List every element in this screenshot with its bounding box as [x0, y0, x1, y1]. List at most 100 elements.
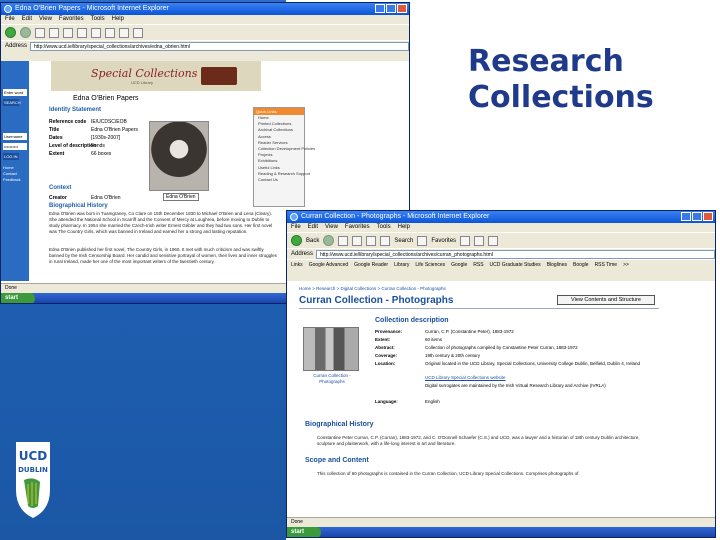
link-ucd-graduate-studies[interactable]: UCD Graduate Studies — [490, 262, 541, 268]
identity-value-0: IE/UCDSC/EOB — [91, 119, 127, 125]
menu-view[interactable]: View — [39, 15, 52, 24]
quick-link[interactable]: Contact Us — [254, 177, 304, 183]
link-google-advanced[interactable]: Google Advanced — [309, 262, 348, 268]
refresh-icon[interactable] — [352, 235, 363, 246]
link-rss[interactable]: RSS — [473, 262, 483, 268]
search-icon[interactable] — [380, 235, 391, 246]
window-titlebar: Edna O'Brien Papers - Microsoft Internet… — [1, 3, 409, 15]
links-overflow-chevron[interactable]: >> — [623, 262, 629, 268]
favorites-star-icon[interactable] — [91, 27, 101, 38]
stop-icon[interactable] — [35, 27, 45, 38]
link-rss-time[interactable]: RSS Time — [595, 262, 618, 268]
link-google[interactable]: Google — [451, 262, 467, 268]
identity-value-4: 66 boxes — [91, 151, 112, 157]
location-link[interactable]: UCD Library Special Collections website — [425, 375, 506, 381]
menu-tools[interactable]: Tools — [377, 223, 391, 232]
refresh-icon[interactable] — [49, 27, 59, 38]
favorites-label[interactable]: Favorites — [431, 238, 456, 244]
menu-view[interactable]: View — [325, 223, 338, 232]
login-button[interactable]: LOG IN — [3, 153, 19, 160]
link-google-reader[interactable]: Google Reader — [354, 262, 388, 268]
bio-paragraph-2: Edna O'Brien published her first novel, … — [49, 247, 277, 264]
bio-heading: Biographical History — [49, 203, 108, 209]
collection-photograph[interactable] — [303, 327, 359, 371]
field-label-abstract: Abstract: — [375, 345, 395, 350]
forward-arrow-icon[interactable] — [20, 27, 31, 38]
menu-favorites[interactable]: Favorites — [345, 223, 370, 232]
stop-icon[interactable] — [338, 235, 349, 246]
creator-label: Creator — [49, 195, 67, 201]
link-life-sciences[interactable]: Life Sciences — [415, 262, 445, 268]
minimize-icon[interactable] — [375, 4, 385, 13]
menu-file[interactable]: File — [5, 15, 15, 24]
bio-history-text: Constantine Peter Curran, C.P. (Curran),… — [317, 435, 640, 446]
page-title: Curran Collection - Photographs — [299, 295, 454, 306]
close-icon[interactable] — [397, 4, 407, 13]
favorites-star-icon[interactable] — [417, 235, 428, 246]
address-input[interactable]: http://www.ucd.ie/library/special_collec… — [316, 249, 715, 259]
view-contents-button[interactable]: View Contents and Structure — [557, 295, 655, 305]
search-icon[interactable] — [77, 27, 87, 38]
menu-edit[interactable]: Edit — [22, 15, 32, 24]
menu-favorites[interactable]: Favorites — [59, 15, 84, 24]
close-icon[interactable] — [703, 212, 713, 221]
back-arrow-icon[interactable] — [291, 235, 302, 246]
field-value-abstract: Collection of photographs compiled by Co… — [425, 345, 578, 350]
maximize-icon[interactable] — [386, 4, 396, 13]
forward-arrow-icon[interactable] — [323, 235, 335, 246]
nav-link-feedback[interactable]: Feedback — [3, 177, 21, 182]
print-icon[interactable] — [133, 27, 143, 38]
minimize-icon[interactable] — [681, 212, 691, 221]
edna-obrien-portrait — [149, 121, 209, 191]
site-left-nav: Enter word SEARCH Username •••••••••• LO… — [1, 61, 29, 281]
mail-icon[interactable] — [474, 235, 485, 246]
field-value-language: English — [425, 399, 440, 404]
field-label-coverage: Coverage: — [375, 353, 398, 358]
link-bloglines[interactable]: Bloglines — [547, 262, 567, 268]
site-search-button[interactable]: SEARCH — [3, 99, 21, 106]
home-icon[interactable] — [63, 27, 73, 38]
bio-history-heading: Biographical History — [305, 421, 374, 428]
field-value-extent: 60 items — [425, 337, 443, 342]
history-icon[interactable] — [460, 235, 471, 246]
mail-icon[interactable] — [119, 27, 129, 38]
print-icon[interactable] — [488, 235, 499, 246]
ie-icon — [290, 213, 298, 221]
quick-links-menu: Quick Links Home Printed Collections Arc… — [253, 107, 315, 207]
toolbar — [1, 24, 409, 40]
photo-caption[interactable]: Curran Collection - Photographs — [305, 373, 359, 385]
back-arrow-icon[interactable] — [5, 27, 16, 38]
home-icon[interactable] — [366, 235, 377, 246]
address-label: Address — [5, 43, 28, 49]
field-value-coverage: 19th century & 20th century — [425, 353, 481, 358]
history-icon[interactable] — [105, 27, 115, 38]
menu-help[interactable]: Help — [398, 223, 410, 232]
context-heading: Context — [49, 185, 72, 191]
link-library[interactable]: Library — [394, 262, 409, 268]
username-input[interactable]: Username — [3, 133, 27, 140]
password-input[interactable]: •••••••••• — [3, 143, 27, 150]
address-input[interactable]: http://www.ucd.ie/library/special_collec… — [30, 41, 409, 51]
breadcrumb[interactable]: Home > Research > Digital Collections > … — [299, 286, 446, 291]
creator-value: Edna O'Brien — [91, 195, 121, 201]
menu-bar: File Edit View Favorites Tools Help — [1, 15, 409, 24]
menu-edit[interactable]: Edit — [308, 223, 318, 232]
maximize-icon[interactable] — [692, 212, 702, 221]
start-button[interactable]: start — [287, 527, 321, 537]
nav-link-contact[interactable]: Contact — [3, 171, 17, 176]
taskbar: start — [287, 527, 715, 537]
image-caption[interactable]: Edna O'Brien — [163, 193, 199, 201]
ucd-logo: UCD DUBLIN — [16, 442, 50, 518]
link-boogle[interactable]: Boogle — [573, 262, 589, 268]
search-label[interactable]: Search — [394, 238, 413, 244]
start-button[interactable]: start — [1, 293, 35, 303]
nav-link-home[interactable]: Home — [3, 165, 14, 170]
field-value-provenance: Curran, C.P. (Constantine Peter), 1883-1… — [425, 329, 514, 334]
quick-links-title: Quick Links — [254, 108, 304, 115]
site-search-input[interactable]: Enter word — [3, 89, 27, 96]
menu-file[interactable]: File — [291, 223, 301, 232]
menu-tools[interactable]: Tools — [91, 15, 105, 24]
back-label[interactable]: Back — [306, 238, 319, 244]
menu-help[interactable]: Help — [112, 15, 124, 24]
banner-subtitle: UCD Library — [131, 80, 154, 85]
